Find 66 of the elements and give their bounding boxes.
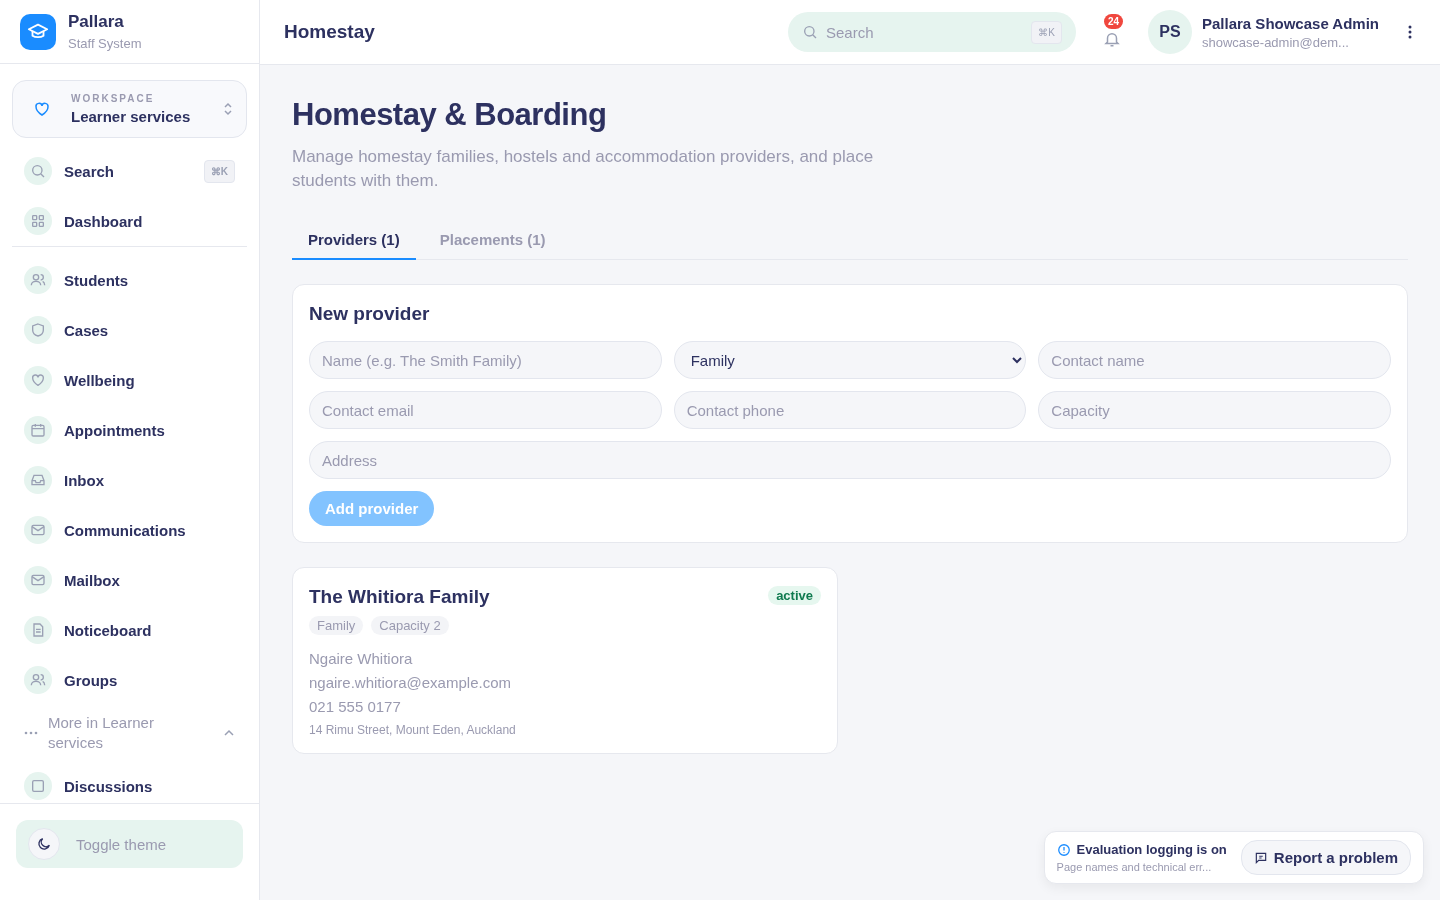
workspace-switcher[interactable]: WORKSPACE Learner services xyxy=(12,80,247,138)
contact-name: Ngaire Whitiora xyxy=(309,649,414,669)
users-icon xyxy=(24,266,52,294)
search-icon xyxy=(24,157,52,185)
sidebar-item[interactable]: Search ⌘K xyxy=(12,146,247,196)
page-title: Homestay & Boarding xyxy=(292,97,608,133)
workspace-label: WORKSPACE xyxy=(71,93,156,104)
page-description: Manage homestay families, hostels and accommodation providers, and place students with them. xyxy=(292,146,875,192)
shortcut-hint: ⌘K xyxy=(1031,21,1062,44)
notice-title: Evaluation logging is on xyxy=(1076,842,1227,857)
shield-icon xyxy=(24,316,52,344)
type-dropdown[interactable]: Family xyxy=(673,341,1027,379)
mail-icon xyxy=(24,566,52,594)
chevron-updown-icon xyxy=(222,101,234,117)
input-field[interactable]: Contact phone xyxy=(673,391,1027,429)
doc-icon xyxy=(24,616,52,644)
search-icon xyxy=(802,24,818,40)
brand-name: Pallara xyxy=(68,12,125,32)
contact-email: ngaire.whitiora@example.com xyxy=(309,673,512,693)
tag: Capacity 2 xyxy=(371,616,449,635)
user-email: showcase-admin@dem... xyxy=(1202,34,1350,50)
notifications-button[interactable]: 24 xyxy=(1096,14,1128,50)
tag: Family xyxy=(309,616,364,635)
mail-icon xyxy=(24,516,52,544)
calendar-icon xyxy=(24,416,52,444)
input-field[interactable]: Name (e.g. The Smith Family) xyxy=(309,341,662,379)
moon-icon xyxy=(28,828,60,860)
sidebar-item[interactable]: Groups xyxy=(12,655,247,705)
page-header-title: Homestay xyxy=(284,21,376,43)
grid-icon xyxy=(24,207,52,235)
tab[interactable]: Providers (1) xyxy=(292,221,416,260)
sidebar-item[interactable]: Mailbox xyxy=(12,555,247,605)
form-title: New provider xyxy=(309,303,431,325)
input-field[interactable]: Capacity xyxy=(1038,391,1391,429)
workspace-name: Learner services xyxy=(71,108,192,125)
user-name: Pallara Showcase Admin xyxy=(1202,14,1380,32)
sidebar-item[interactable]: Appointments xyxy=(12,405,247,455)
message-icon xyxy=(1253,850,1268,865)
user-avatar: PS xyxy=(1148,10,1192,54)
notice-text: Page names and technical err... xyxy=(1056,861,1213,873)
address: 14 Rimu Street, Mount Eden, Auckland xyxy=(309,723,517,737)
sidebar-item[interactable]: Students xyxy=(12,255,247,305)
sidebar-item[interactable]: Cases xyxy=(12,305,247,355)
info-icon xyxy=(1056,842,1071,857)
more-icon xyxy=(24,731,38,735)
status-badge: active xyxy=(768,586,821,605)
shortcut-hint: ⌘K xyxy=(203,159,235,183)
sidebar-item[interactable]: Discussions xyxy=(12,761,247,803)
users-icon xyxy=(24,666,52,694)
input-field[interactable]: Address xyxy=(309,441,1391,479)
brand-subtitle: Staff System xyxy=(68,36,142,51)
sidebar-item[interactable]: Inbox xyxy=(12,455,247,505)
sidebar-item[interactable]: Communications xyxy=(12,505,247,555)
input-field[interactable]: Contact email xyxy=(309,391,662,429)
sidebar-item[interactable]: Noticeboard xyxy=(12,605,247,655)
sidebar-item[interactable]: Dashboard xyxy=(12,196,247,246)
bell-icon xyxy=(1103,30,1121,48)
provider-name: The Whitiora Family xyxy=(309,586,490,608)
inbox-icon xyxy=(24,466,52,494)
input-field[interactable]: Contact name xyxy=(1038,341,1391,379)
report-problem-button[interactable]: Report a problem xyxy=(1240,840,1411,875)
sidebar-item[interactable]: Wellbeing xyxy=(12,355,247,405)
notification-count: 24 xyxy=(1104,14,1124,29)
heart-icon xyxy=(33,100,51,118)
logo-icon xyxy=(20,13,56,50)
contact-phone: 021 555 0177 xyxy=(309,697,402,717)
